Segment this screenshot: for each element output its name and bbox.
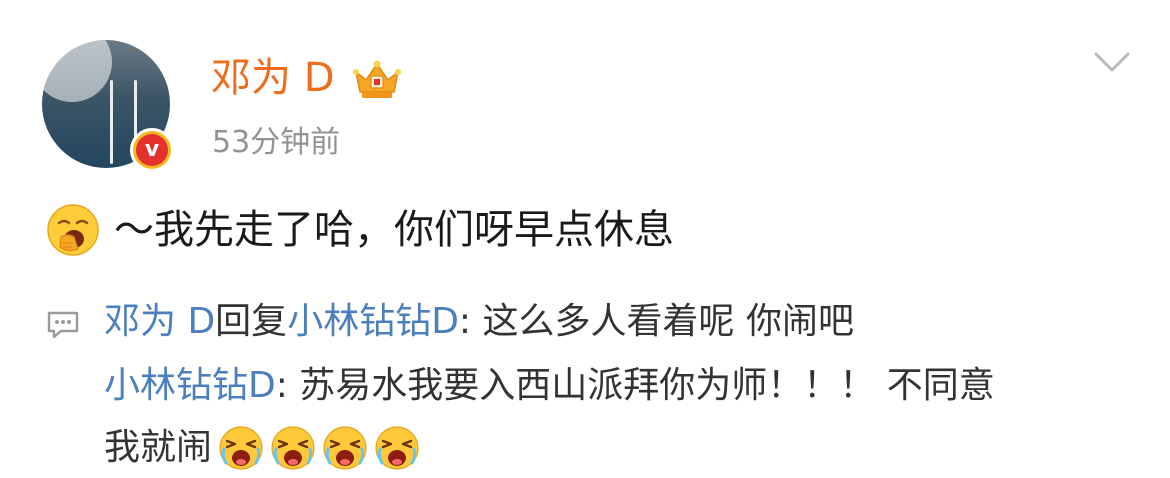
crying-emoji-icon [375, 426, 419, 470]
crown-badge-icon[interactable] [352, 58, 402, 100]
post-author[interactable]: 邓为 D [211, 52, 335, 104]
post-time: 53分钟前 [212, 125, 341, 160]
comment-continuation: 我就闹 [104, 424, 420, 472]
comment-bubble-icon[interactable] [46, 310, 80, 340]
avatar-hood [42, 40, 112, 102]
comment-text: 我就闹 [104, 427, 213, 468]
comment-text: : 苏易水我要入西山派拜你为师！！！ 不同意 [275, 365, 995, 406]
post-content: ～我先走了哈，你们呀早点休息 [46, 200, 674, 260]
comment-reply: 邓为 D回复小林钻钻D: 这么多人看着呢 你闹吧 [104, 298, 854, 346]
avatar-detail [110, 80, 113, 164]
crying-emoji-icon [323, 426, 367, 470]
reply-to-link[interactable]: 小林钻钻D [287, 301, 459, 342]
yawn-emoji-icon [47, 204, 99, 256]
comment: 小林钻钻D: 苏易水我要入西山派拜你为师！！！ 不同意 [104, 362, 995, 410]
chevron-down-icon[interactable] [1094, 50, 1130, 74]
verified-v-icon: v [136, 134, 168, 166]
post-text: ～我先走了哈，你们呀早点休息 [114, 207, 674, 253]
verified-badge-icon: v [130, 128, 174, 172]
comment-text: : 这么多人看着呢 你闹吧 [458, 301, 854, 342]
crying-emoji-icon [271, 426, 315, 470]
reply-action-label: 回复 [215, 301, 288, 342]
comment-author-link[interactable]: 邓为 D [104, 301, 215, 342]
comment-author-link[interactable]: 小林钻钻D [104, 365, 276, 406]
crying-emoji-icon [219, 426, 263, 470]
